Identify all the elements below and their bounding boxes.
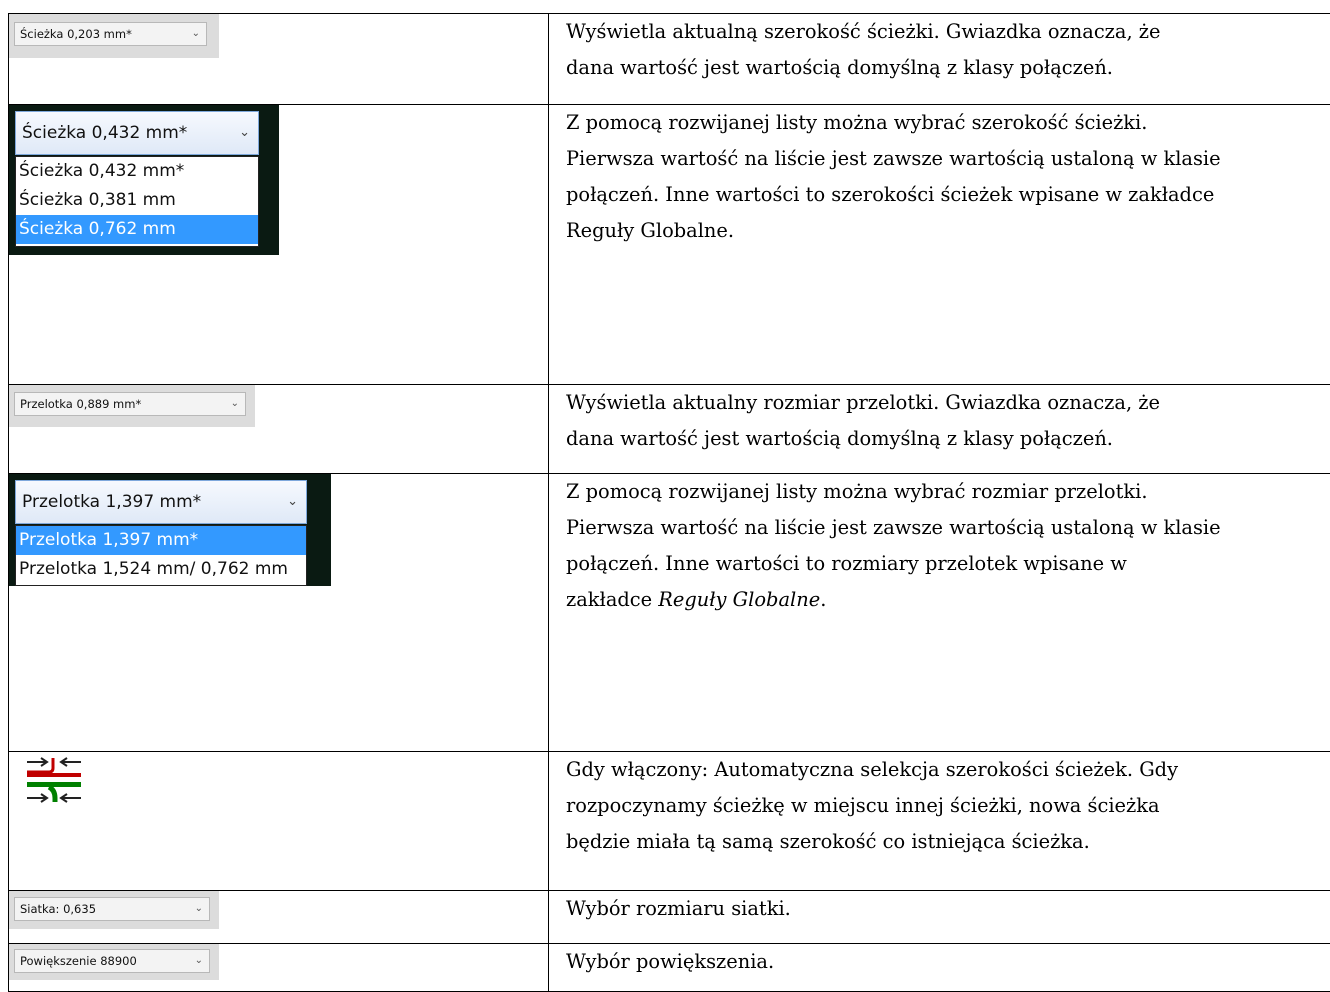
table-row: Ścieżka 0,203 mm* ⌄ Wyświetla aktualną s… — [9, 14, 1330, 105]
track-width-dropdown-description: Z pomocą rozwijanej listy można wybrać s… — [549, 105, 1330, 385]
dropdown-item[interactable]: Przelotka 1,524 mm/ 0,762 mm — [16, 555, 306, 584]
via-size-dropdown-list: Przelotka 1,397 mm* Przelotka 1,524 mm/ … — [15, 525, 307, 586]
tool-description-table: Ścieżka 0,203 mm* ⌄ Wyświetla aktualną s… — [8, 13, 1330, 992]
track-width-description: Wyświetla aktualną szerokość ścieżki. Gw… — [549, 14, 1330, 105]
auto-track-width-description: Gdy włączony: Automatyczna selekcja szer… — [549, 752, 1330, 891]
grid-size-combo-image: Siatka: 0,635 ⌄ — [9, 891, 549, 944]
auto-track-width-icon[interactable] — [25, 754, 85, 806]
zoom-description: Wybór powiększenia. — [549, 944, 1330, 992]
zoom-combo[interactable]: Powiększenie 88900 ⌄ — [14, 949, 210, 973]
chevron-down-icon: ⌄ — [192, 28, 200, 39]
zoom-combo-image: Powiększenie 88900 ⌄ — [9, 944, 549, 992]
chevron-down-icon: ⌄ — [239, 125, 250, 140]
track-width-combo[interactable]: Ścieżka 0,203 mm* ⌄ — [14, 22, 207, 46]
dropdown-item-selected[interactable]: Ścieżka 0,762 mm — [16, 215, 258, 244]
table-row: Przelotka 0,889 mm* ⌄ Wyświetla aktualny… — [9, 385, 1330, 474]
table-row: Gdy włączony: Automatyczna selekcja szer… — [9, 752, 1330, 891]
chevron-down-icon: ⌄ — [287, 494, 298, 509]
track-width-dropdown-combo[interactable]: Ścieżka 0,432 mm* ⌄ — [15, 111, 259, 155]
table-row: Ścieżka 0,432 mm* ⌄ Ścieżka 0,432 mm* Śc… — [9, 105, 1330, 385]
table-row: Powiększenie 88900 ⌄ Wybór powiększenia. — [9, 944, 1330, 992]
track-width-dropdown-list: Ścieżka 0,432 mm* Ścieżka 0,381 mm Ścież… — [15, 156, 259, 247]
via-size-dropdown-combo[interactable]: Przelotka 1,397 mm* ⌄ — [15, 480, 307, 524]
via-size-dropdown-description: Z pomocą rozwijanej listy można wybrać r… — [549, 474, 1330, 752]
auto-track-width-icon-cell — [9, 752, 549, 891]
table-row: Przelotka 1,397 mm* ⌄ Przelotka 1,397 mm… — [9, 474, 1330, 752]
dropdown-item-selected[interactable]: Przelotka 1,397 mm* — [16, 526, 306, 555]
chevron-down-icon: ⌄ — [195, 903, 203, 914]
chevron-down-icon: ⌄ — [231, 398, 239, 409]
dropdown-item[interactable]: Ścieżka 0,432 mm* — [16, 157, 258, 186]
track-width-combo-image: Ścieżka 0,203 mm* ⌄ — [9, 14, 549, 105]
via-size-description: Wyświetla aktualny rozmiar przelotki. Gw… — [549, 385, 1330, 474]
via-size-combo[interactable]: Przelotka 0,889 mm* ⌄ — [14, 392, 246, 416]
dropdown-item[interactable]: Ścieżka 0,381 mm — [16, 186, 258, 215]
grid-size-combo[interactable]: Siatka: 0,635 ⌄ — [14, 897, 210, 921]
track-width-dropdown-image: Ścieżka 0,432 mm* ⌄ Ścieżka 0,432 mm* Śc… — [9, 105, 549, 385]
grid-size-description: Wybór rozmiaru siatki. — [549, 891, 1330, 944]
chevron-down-icon: ⌄ — [195, 955, 203, 966]
table-row: Siatka: 0,635 ⌄ Wybór rozmiaru siatki. — [9, 891, 1330, 944]
via-size-combo-image: Przelotka 0,889 mm* ⌄ — [9, 385, 549, 474]
via-size-dropdown-image: Przelotka 1,397 mm* ⌄ Przelotka 1,397 mm… — [9, 474, 549, 752]
